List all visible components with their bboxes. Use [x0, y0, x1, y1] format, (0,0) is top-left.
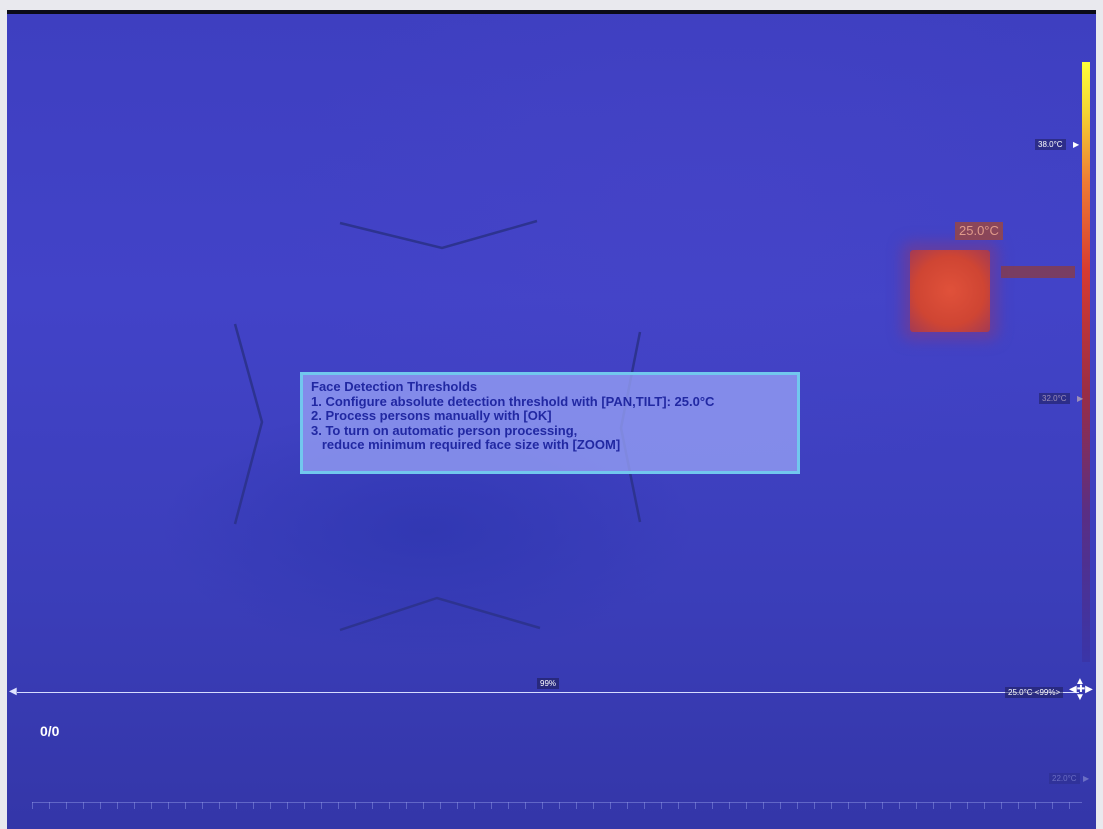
threshold-percent-badge: 99% [537, 678, 560, 689]
dialog-title: Face Detection Thresholds [311, 379, 478, 394]
threshold-line[interactable] [17, 692, 1079, 693]
dialog-instruction-1: 1. Configure absolute detection threshol… [311, 393, 715, 409]
detected-hot-object [910, 250, 990, 332]
scale-pointer-icon: ▶ [1077, 394, 1084, 403]
face-detection-thresholds-dialog: Face Detection Thresholds 1. Configure a… [300, 372, 800, 474]
person-counter: 0/0 [40, 723, 60, 739]
scale-pointer-icon: ▶ [1073, 140, 1080, 149]
dialog-instruction-3: 3. To turn on automatic person processin… [311, 422, 578, 438]
object-temperature-label: 25.0°C [955, 222, 1003, 240]
dialog-instruction-2: 2. Process persons manually with [OK] [311, 408, 552, 423]
scale-pointer-icon: ▶ [1083, 774, 1090, 783]
threshold-value-label: 25.0°C <99%> [1005, 687, 1064, 698]
threshold-left-arrow-icon[interactable]: ◀ [9, 686, 17, 698]
face-guide-top [339, 219, 538, 250]
thermal-camera-view: 25.0°C 38.0°C ▶ 32.0°C ▶ 22.0°C ▶ Face D… [7, 10, 1096, 829]
temperature-scale-bar [1082, 62, 1090, 662]
object-tag-label [1001, 266, 1075, 278]
face-guide-bottom [339, 596, 541, 632]
dialog-instruction-4: reduce minimum required face size with [… [311, 437, 621, 452]
scale-bottom-label: 22.0°C [1049, 773, 1080, 784]
bottom-tick-ruler [32, 802, 1082, 809]
face-guide-left [233, 323, 264, 525]
scale-mid-label: 32.0°C [1039, 393, 1070, 404]
threshold-slider-handle-icon[interactable]: ▲ ◀✚▶ ▼ [1069, 677, 1093, 704]
scale-top-label: 38.0°C [1035, 139, 1066, 150]
